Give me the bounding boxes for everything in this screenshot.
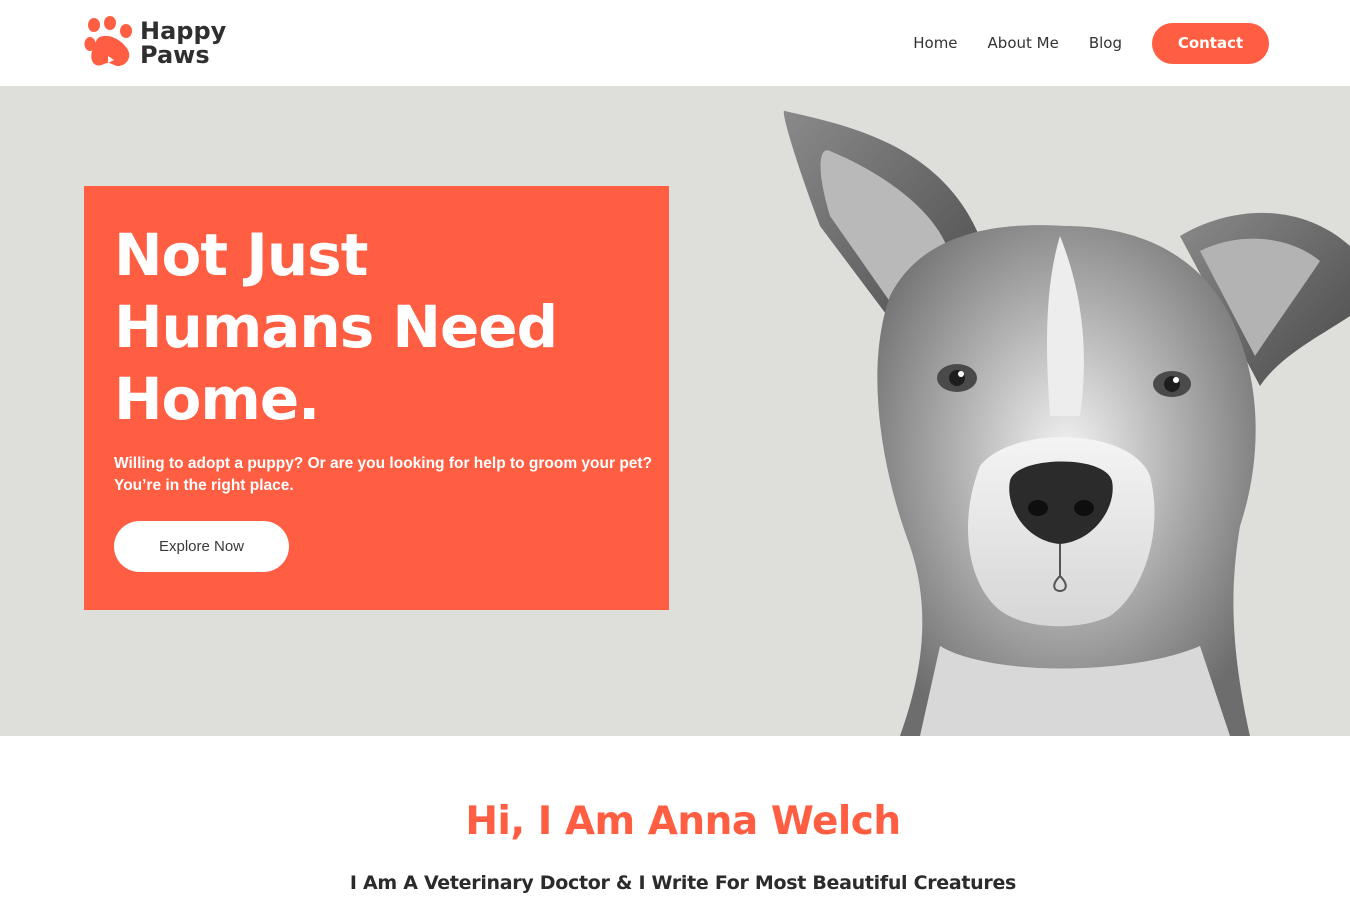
logo[interactable]: Happy Paws — [84, 16, 226, 70]
main-nav: Home About Me Blog Contact — [913, 22, 1269, 64]
nav-about-me[interactable]: About Me — [988, 22, 1059, 64]
about-subtitle: I Am A Veterinary Doctor & I Write For M… — [349, 872, 1017, 894]
hero-subtitle-line1: Willing to adopt a puppy? Or are you loo… — [114, 455, 653, 472]
hero-card: Not Just Humans Need Home. Willing to ad… — [84, 186, 669, 610]
logo-text-line1: Happy — [140, 17, 227, 45]
nav-blog[interactable]: Blog — [1089, 22, 1122, 64]
hero-section: Not Just Humans Need Home. Willing to ad… — [0, 86, 1350, 736]
paw-icon — [84, 16, 132, 66]
contact-button[interactable]: Contact — [1152, 22, 1269, 64]
hero-title-line2: Humans Need — [114, 293, 558, 361]
logo-text: Happy Paws — [140, 19, 226, 67]
hero-subtitle: Willing to adopt a puppy? Or are you loo… — [114, 453, 654, 497]
about-title: Hi, I Am Anna Welch — [465, 799, 901, 844]
hero-title-line3: Home. — [114, 365, 320, 433]
site-header: Happy Paws Home About Me Blog Contact — [0, 0, 1350, 86]
hero-title-line1: Not Just — [114, 221, 368, 289]
explore-now-button[interactable]: Explore Now — [114, 521, 289, 572]
logo-text-line2: Paws — [140, 41, 210, 69]
hero-subtitle-line2: You’re in the right place. — [114, 477, 294, 494]
nav-home[interactable]: Home — [913, 22, 957, 64]
dog-portrait-image — [783, 110, 1350, 736]
hero-title: Not Just Humans Need Home. — [114, 219, 634, 435]
